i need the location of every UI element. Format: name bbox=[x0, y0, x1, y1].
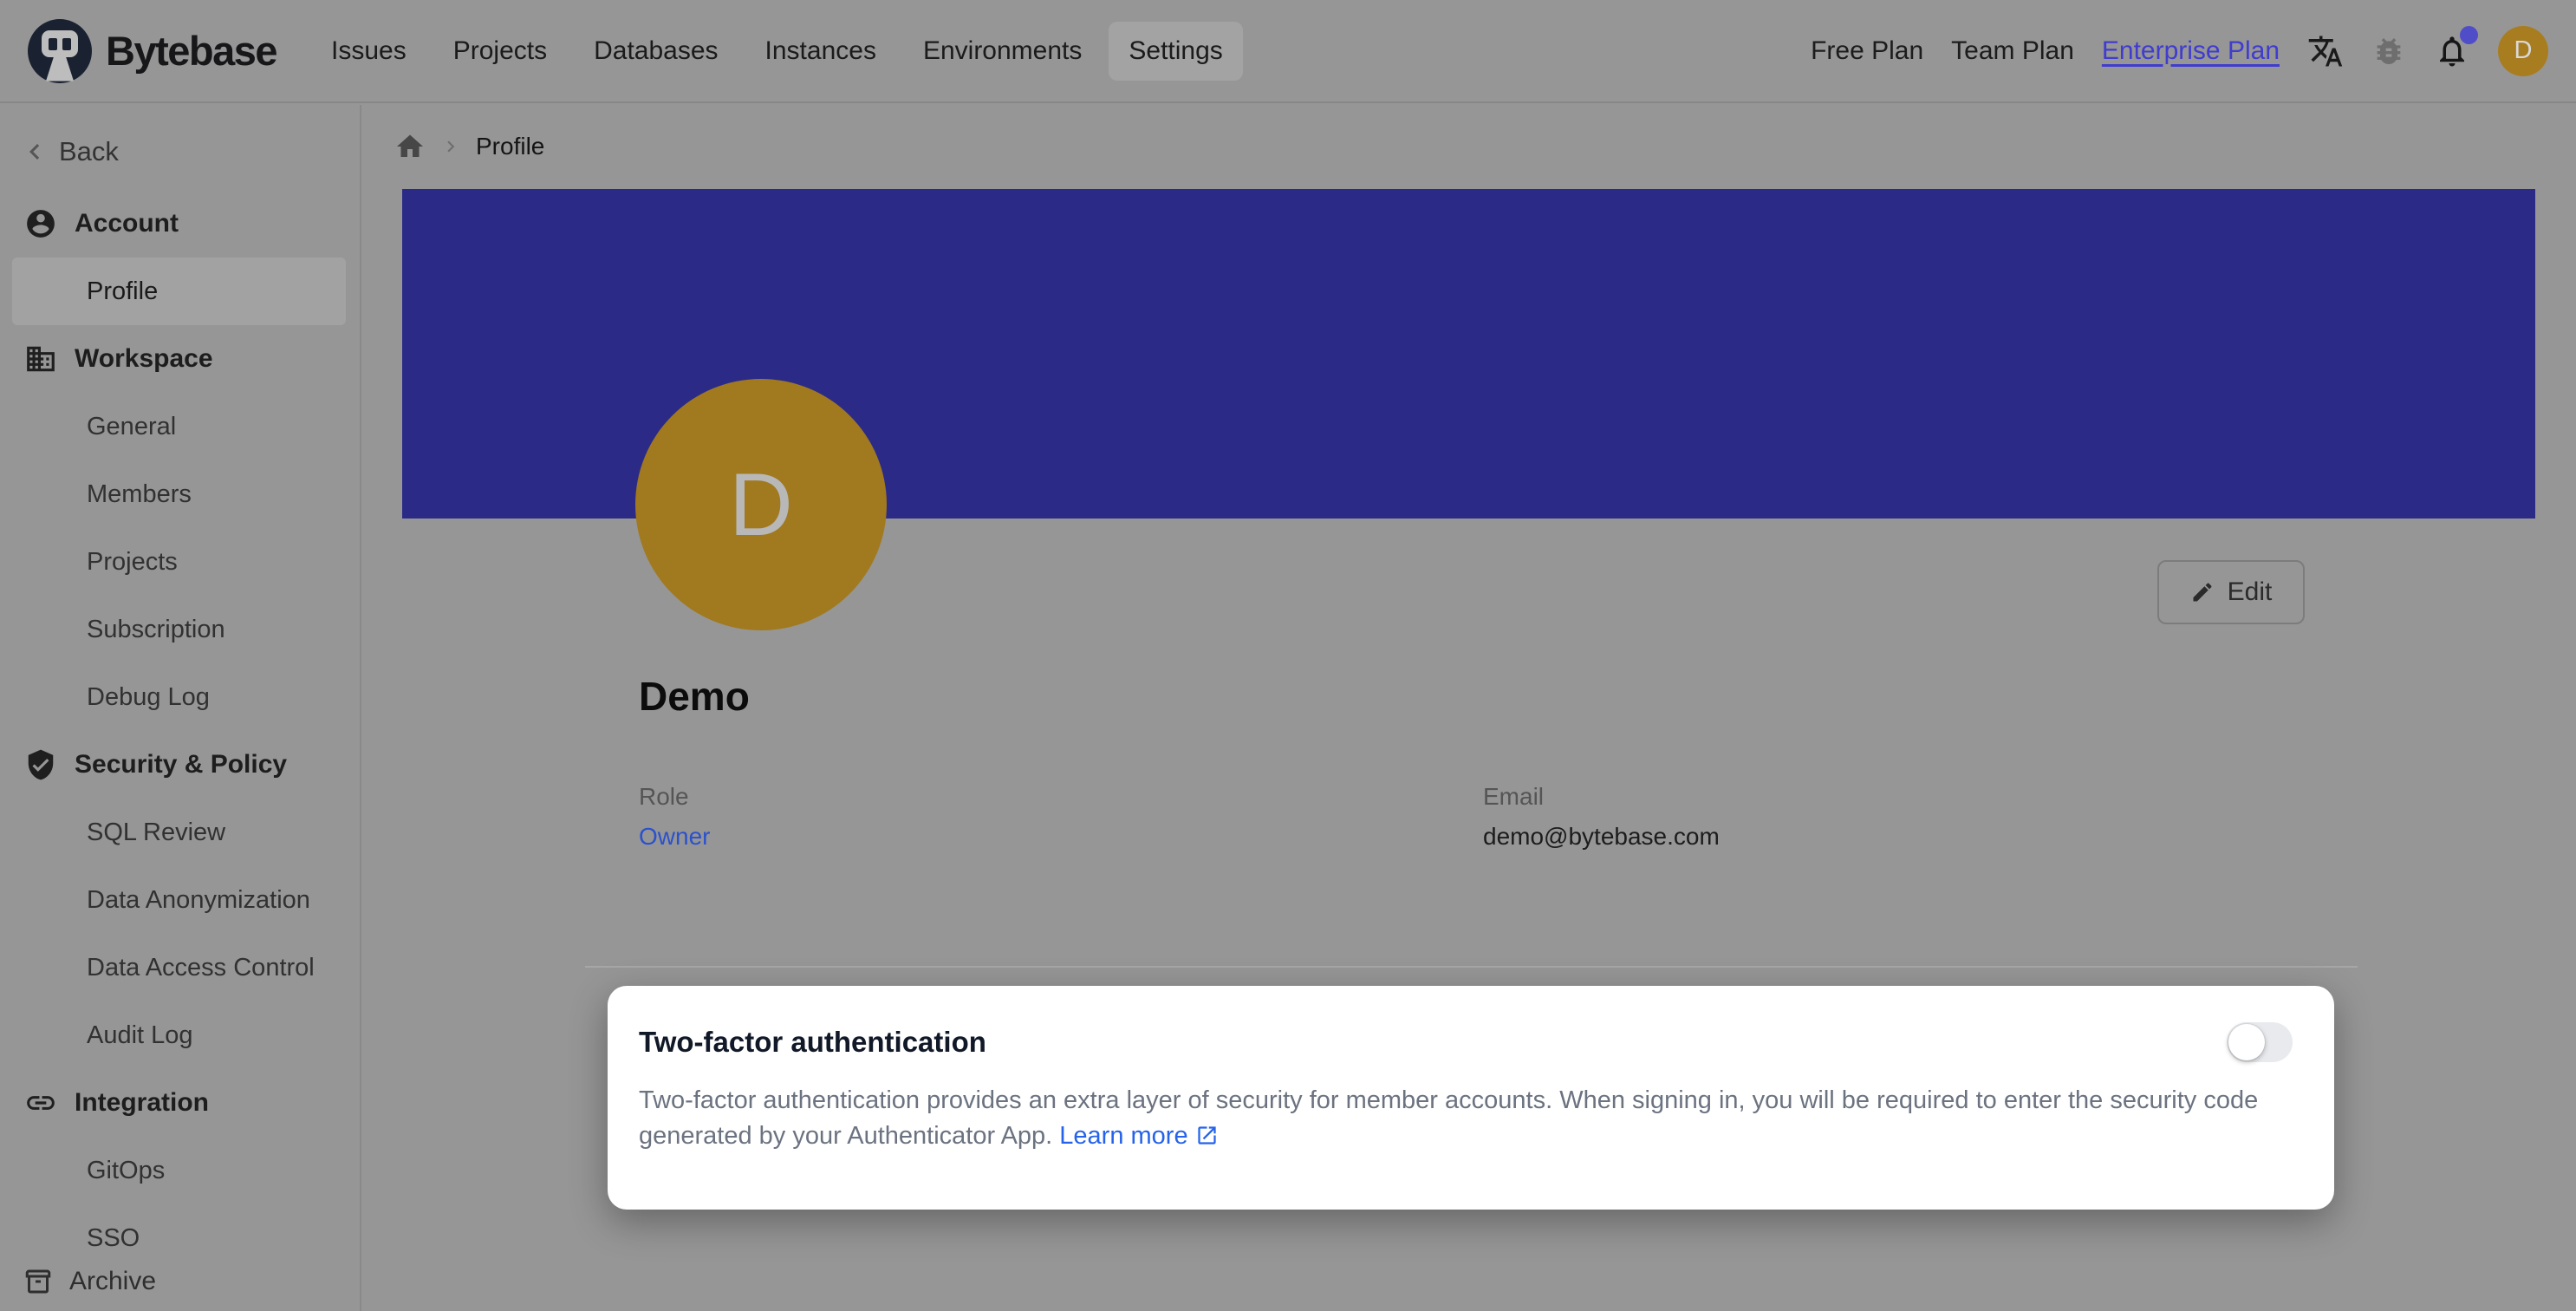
shield-check-icon bbox=[24, 748, 57, 781]
edit-label: Edit bbox=[2228, 577, 2273, 607]
building-icon bbox=[24, 342, 57, 375]
breadcrumb-current: Profile bbox=[476, 133, 544, 160]
sidebar-section-workspace: Workspace bbox=[0, 325, 358, 393]
pencil-icon bbox=[2190, 580, 2215, 604]
topbar-right: Free Plan Team Plan Enterprise Plan D bbox=[1811, 26, 2548, 76]
two-factor-description-text: Two-factor authentication provides an ex… bbox=[639, 1086, 2258, 1150]
profile-name: Demo bbox=[639, 673, 750, 720]
two-factor-card: Two-factor authentication Two-factor aut… bbox=[608, 986, 2334, 1210]
profile-avatar: D bbox=[635, 379, 887, 630]
sidebar-item-general[interactable]: General bbox=[0, 393, 358, 460]
bytebase-logo-icon bbox=[28, 19, 92, 83]
sidebar-item-members[interactable]: Members bbox=[0, 460, 358, 528]
archive-icon bbox=[23, 1266, 54, 1297]
sidebar-item-sso[interactable]: SSO bbox=[0, 1204, 358, 1252]
section-divider bbox=[585, 966, 2358, 968]
learn-more-link[interactable]: Learn more bbox=[1059, 1122, 1218, 1150]
logo-text: Bytebase bbox=[106, 27, 276, 75]
external-link-icon bbox=[1195, 1124, 1219, 1147]
sidebar-section-security-policy: Security & Policy bbox=[0, 731, 358, 799]
topbar: Bytebase Issues Projects Databases Insta… bbox=[0, 0, 2576, 103]
link-icon bbox=[24, 1086, 57, 1119]
nav-projects[interactable]: Projects bbox=[433, 22, 567, 81]
back-button[interactable]: Back bbox=[19, 131, 119, 173]
two-factor-description: Two-factor authentication provides an ex… bbox=[639, 1083, 2293, 1154]
email-value: demo@bytebase.com bbox=[1483, 823, 1720, 851]
breadcrumb: Profile bbox=[394, 127, 544, 166]
sidebar-item-archive[interactable]: Archive bbox=[0, 1252, 358, 1311]
two-factor-title: Two-factor authentication bbox=[639, 1026, 986, 1059]
sidebar-item-profile[interactable]: Profile bbox=[12, 258, 346, 325]
sidebar-section-integration: Integration bbox=[0, 1069, 358, 1137]
email-label: Email bbox=[1483, 783, 1544, 811]
chevron-right-icon bbox=[439, 135, 462, 158]
back-label: Back bbox=[59, 136, 119, 167]
sidebar-item-sql-review[interactable]: SQL Review bbox=[0, 799, 358, 866]
sidebar-item-audit-log[interactable]: Audit Log bbox=[0, 1001, 358, 1069]
notifications-bell[interactable] bbox=[2434, 33, 2470, 69]
nav-instances[interactable]: Instances bbox=[745, 22, 896, 81]
bytebase-logo[interactable]: Bytebase bbox=[28, 19, 276, 83]
main-content: Profile D Edit Demo Role Owner Email dem… bbox=[361, 105, 2576, 1311]
bug-icon[interactable] bbox=[2371, 34, 2406, 68]
role-label: Role bbox=[639, 783, 689, 811]
sidebar-item-gitops[interactable]: GitOps bbox=[0, 1137, 358, 1204]
user-avatar[interactable]: D bbox=[2498, 26, 2548, 76]
role-value-link[interactable]: Owner bbox=[639, 823, 710, 851]
team-plan-link[interactable]: Team Plan bbox=[1951, 36, 2074, 66]
nav-environments[interactable]: Environments bbox=[903, 22, 1102, 81]
account-icon bbox=[24, 207, 57, 240]
sidebar-section-account: Account bbox=[0, 190, 358, 258]
nav-databases[interactable]: Databases bbox=[574, 22, 738, 81]
sidebar-item-data-anonymization[interactable]: Data Anonymization bbox=[0, 866, 358, 934]
toggle-knob bbox=[2228, 1024, 2265, 1060]
edit-profile-button[interactable]: Edit bbox=[2157, 560, 2305, 624]
learn-more-label: Learn more bbox=[1059, 1122, 1187, 1150]
settings-sidebar: Back Account Profile Workspace General M… bbox=[0, 105, 361, 1311]
sidebar-item-data-access-control[interactable]: Data Access Control bbox=[0, 934, 358, 1001]
home-icon[interactable] bbox=[394, 131, 426, 162]
two-factor-toggle[interactable] bbox=[2227, 1022, 2293, 1062]
sidebar-list: Account Profile Workspace General Member… bbox=[0, 190, 358, 1252]
free-plan-link[interactable]: Free Plan bbox=[1811, 36, 1923, 66]
main-nav: Issues Projects Databases Instances Envi… bbox=[311, 22, 1243, 81]
sidebar-item-projects[interactable]: Projects bbox=[0, 528, 358, 596]
archive-label: Archive bbox=[69, 1267, 156, 1296]
sidebar-item-debug-log[interactable]: Debug Log bbox=[0, 663, 358, 731]
translate-icon[interactable] bbox=[2307, 33, 2344, 69]
nav-issues[interactable]: Issues bbox=[311, 22, 426, 81]
enterprise-plan-link[interactable]: Enterprise Plan bbox=[2102, 36, 2280, 66]
nav-settings[interactable]: Settings bbox=[1109, 22, 1242, 81]
notification-dot bbox=[2460, 26, 2478, 44]
sidebar-item-subscription[interactable]: Subscription bbox=[0, 596, 358, 663]
